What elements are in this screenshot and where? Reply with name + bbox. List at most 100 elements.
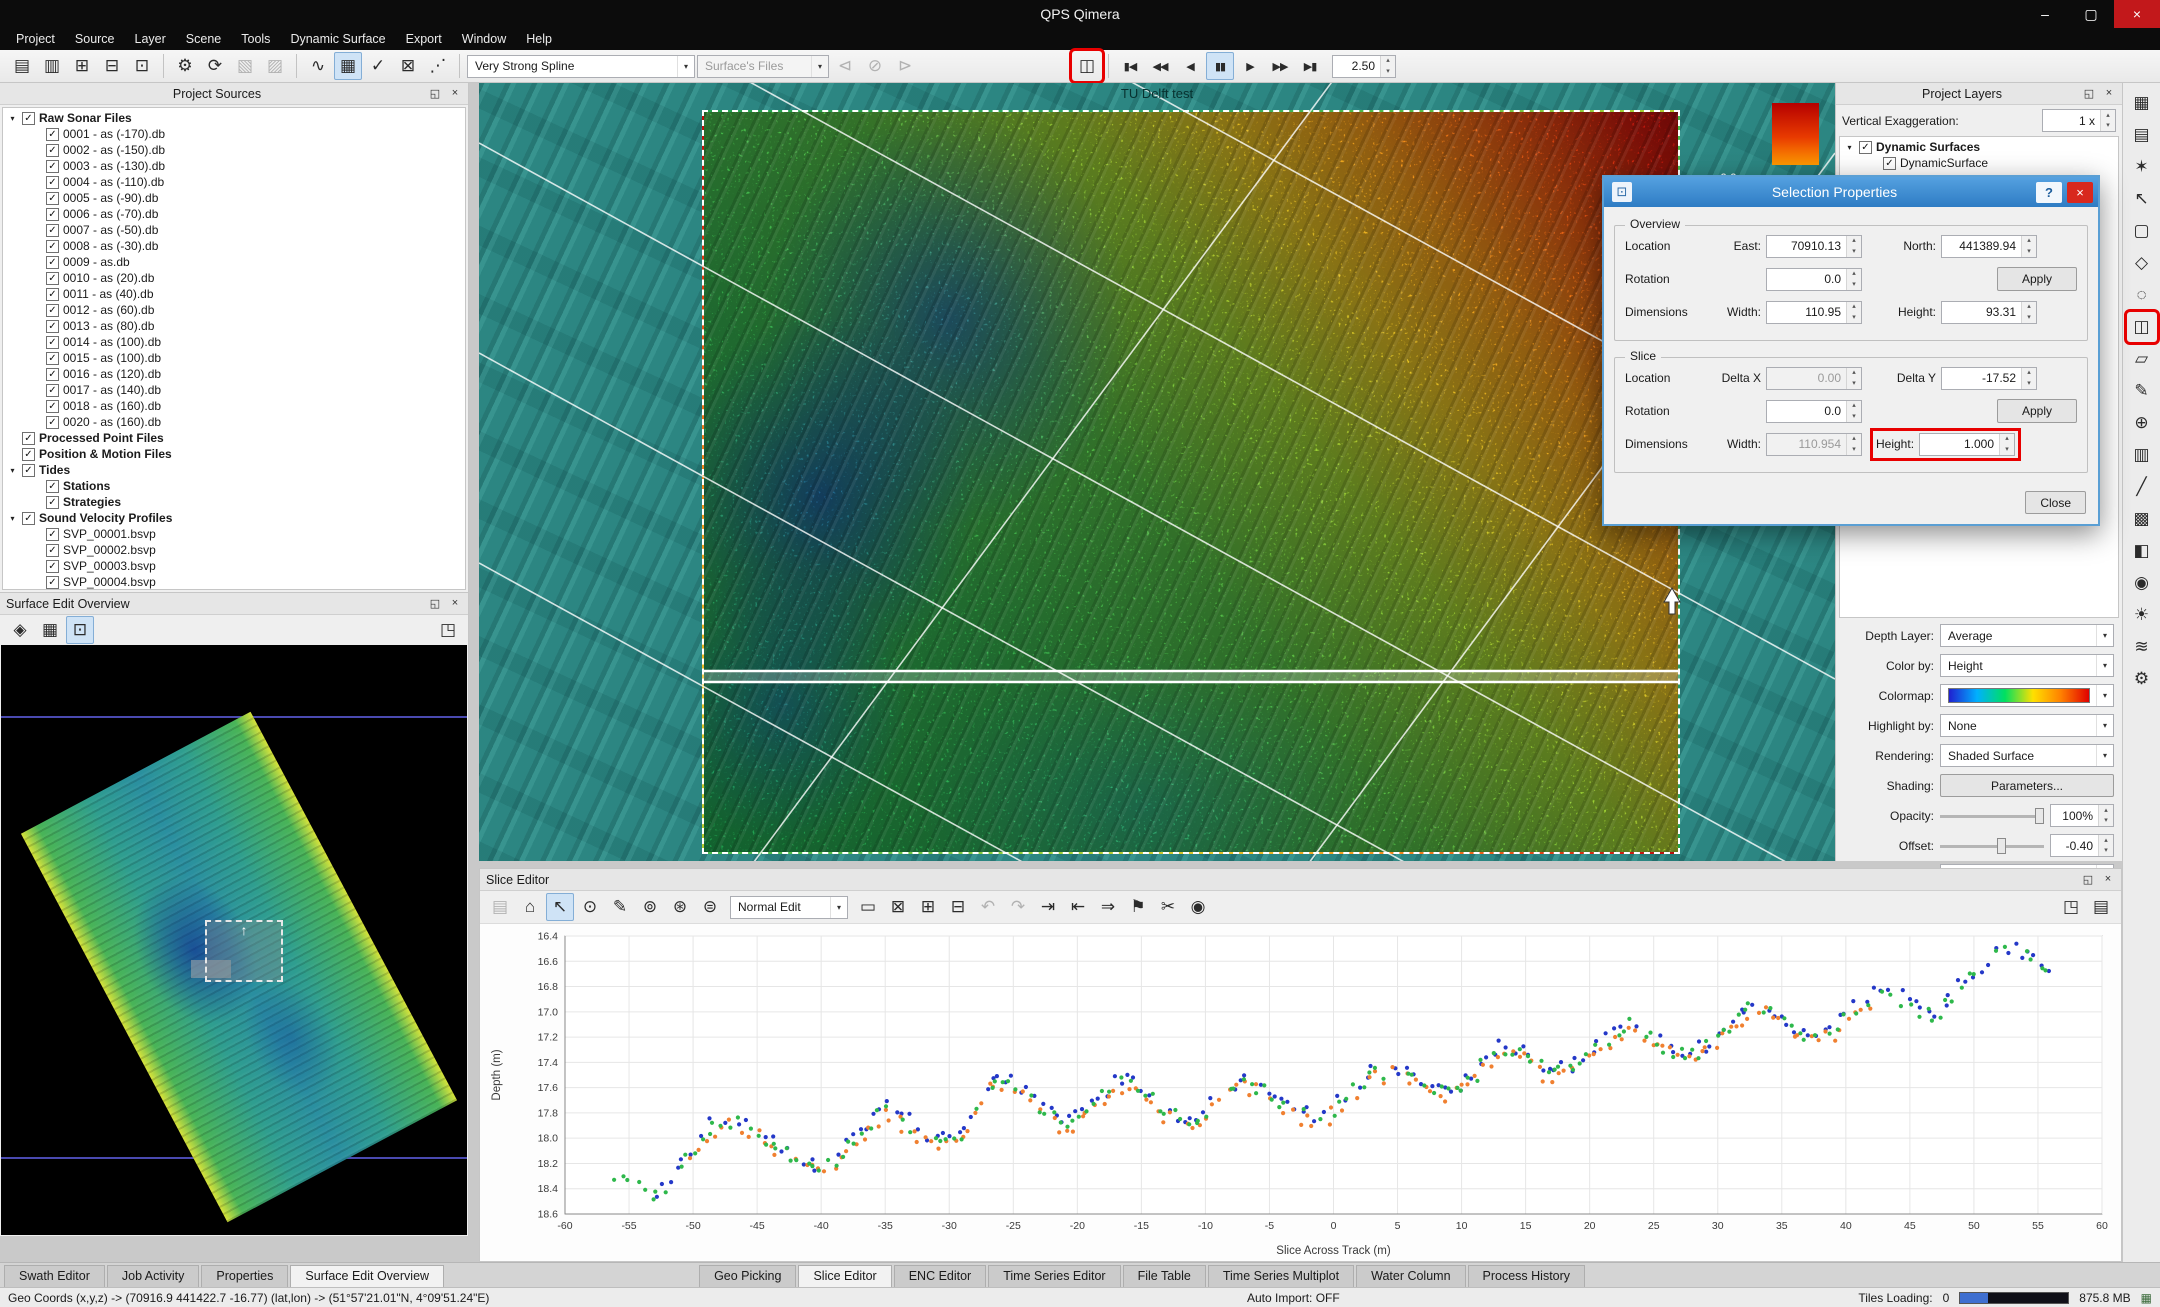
- checkbox-icon[interactable]: ✓: [46, 256, 59, 269]
- menu-export[interactable]: Export: [396, 30, 452, 48]
- spinner-arrows-icon[interactable]: ▴▾: [2098, 835, 2113, 856]
- grid-view-icon[interactable]: ▦: [2128, 89, 2156, 117]
- checkbox-icon[interactable]: ✓: [46, 192, 59, 205]
- dialog-close-icon[interactable]: ×: [2067, 182, 2093, 203]
- selection-box[interactable]: ↑: [205, 920, 283, 982]
- checkbox-icon[interactable]: ✓: [46, 384, 59, 397]
- open-project-icon[interactable]: ▥: [38, 52, 66, 80]
- tree-item-0006-as-70-db[interactable]: ✓0006 - as (-70).db: [3, 206, 465, 222]
- minimize-button[interactable]: –: [2022, 0, 2068, 28]
- tree-item-0008-as-30-db[interactable]: ✓0008 - as (-30).db: [3, 238, 465, 254]
- tab-process-history[interactable]: Process History: [1468, 1265, 1586, 1287]
- slider-thumb[interactable]: [1997, 838, 2006, 854]
- expand-arrow-icon[interactable]: ▾: [7, 514, 18, 523]
- zoom-tool-icon[interactable]: ⊙: [576, 893, 604, 921]
- dialog-close-button[interactable]: Close: [2025, 491, 2086, 514]
- new-project-icon[interactable]: ▤: [8, 52, 36, 80]
- close-panel-icon[interactable]: ×: [448, 597, 462, 610]
- close-panel-icon[interactable]: ×: [448, 87, 462, 100]
- spinner-arrows-icon[interactable]: ▴▾: [1846, 269, 1861, 290]
- seo-pan-icon[interactable]: ⊡: [66, 616, 94, 644]
- expand-arrow-icon[interactable]: ▾: [1844, 143, 1855, 152]
- tab-file-table[interactable]: File Table: [1123, 1265, 1206, 1287]
- rendering-combo[interactable]: Shaded Surface▾: [1940, 744, 2114, 767]
- fast-forward-icon[interactable]: ▶▶: [1266, 52, 1294, 80]
- menu-tools[interactable]: Tools: [231, 30, 280, 48]
- home-view-icon[interactable]: ⌂: [516, 893, 544, 921]
- water-column-icon[interactable]: ≋: [2128, 633, 2156, 661]
- offset-slider[interactable]: [1940, 836, 2044, 856]
- tree-item-0007-as-50-db[interactable]: ✓0007 - as (-50).db: [3, 222, 465, 238]
- export-plot-icon[interactable]: ◳: [2057, 893, 2085, 921]
- tree-item-0001-as-170-db[interactable]: ✓0001 - as (-170).db: [3, 126, 465, 142]
- checkbox-icon[interactable]: ✓: [46, 544, 59, 557]
- menu-window[interactable]: Window: [452, 30, 516, 48]
- maximize-button[interactable]: ▢: [2068, 0, 2114, 28]
- slice-chart-wrap[interactable]: -60-55-50-45-40-35-30-25-20-15-10-505101…: [480, 924, 2121, 1261]
- tree-item-0017-as-140-db[interactable]: ✓0017 - as (140).db: [3, 382, 465, 398]
- svp-editor-icon[interactable]: ∿: [304, 52, 332, 80]
- checkbox-icon[interactable]: ✓: [46, 528, 59, 541]
- snapshot-icon[interactable]: ◉: [2128, 569, 2156, 597]
- spinner-arrows-icon[interactable]: ▴▾: [2021, 368, 2036, 389]
- seo-export-icon[interactable]: ◳: [434, 616, 462, 644]
- tree-item-sound-velocity-profiles[interactable]: ▾✓Sound Velocity Profiles: [3, 510, 465, 526]
- tab-water-column[interactable]: Water Column: [1356, 1265, 1465, 1287]
- grid-tool-icon[interactable]: ⊠: [394, 52, 422, 80]
- go-first-icon[interactable]: ▮◀: [1116, 52, 1144, 80]
- reject-grid-icon[interactable]: ⊞: [914, 893, 942, 921]
- spinner-arrows-icon[interactable]: ▴▾: [2098, 805, 2113, 826]
- offset-spin[interactable]: -0.40▴▾: [2050, 834, 2114, 857]
- rect-select-icon[interactable]: ▢: [2128, 217, 2156, 245]
- tree-item-position-motion-files[interactable]: ✓Position & Motion Files: [3, 446, 465, 462]
- reject-block-icon[interactable]: ⊠: [884, 893, 912, 921]
- tab-geo-picking[interactable]: Geo Picking: [699, 1265, 796, 1287]
- add-processed-points-icon[interactable]: ⊟: [98, 52, 126, 80]
- close-panel-icon[interactable]: ×: [2101, 873, 2115, 886]
- menu-layer[interactable]: Layer: [125, 30, 176, 48]
- dialog-title-bar[interactable]: ⊡ Selection Properties ? ×: [1604, 177, 2098, 207]
- checkbox-icon[interactable]: ✓: [46, 272, 59, 285]
- slice-apply-button[interactable]: Apply: [1997, 399, 2077, 423]
- slice-playback-icon[interactable]: ◫: [1073, 52, 1101, 80]
- checkbox-icon[interactable]: ✓: [46, 224, 59, 237]
- checkbox-icon[interactable]: ✓: [46, 368, 59, 381]
- cursor-tool-icon[interactable]: ↖: [2128, 185, 2156, 213]
- seo-grid-icon[interactable]: ▦: [36, 616, 64, 644]
- spinner-arrows-icon[interactable]: ▴▾: [1380, 56, 1395, 77]
- checkbox-icon[interactable]: ✓: [22, 448, 35, 461]
- playback-speed-spin[interactable]: 2.50▴▾: [1332, 55, 1396, 78]
- checkbox-icon[interactable]: ✓: [46, 240, 59, 253]
- color-by-combo[interactable]: Height▾: [1940, 654, 2114, 677]
- expand-arrow-icon[interactable]: ▾: [7, 466, 18, 475]
- tab-surface-edit-overview[interactable]: Surface Edit Overview: [290, 1265, 444, 1287]
- close-panel-icon[interactable]: ×: [2102, 87, 2116, 100]
- shading-icon[interactable]: ◧: [2128, 537, 2156, 565]
- tab-slice-editor[interactable]: Slice Editor: [798, 1265, 891, 1287]
- fast-rewind-icon[interactable]: ◀◀: [1146, 52, 1174, 80]
- checkbox-icon[interactable]: ✓: [46, 128, 59, 141]
- colormap-combo[interactable]: ▾: [1940, 684, 2114, 707]
- pencil-edit-icon[interactable]: ✎: [606, 893, 634, 921]
- tree-item-strategies[interactable]: ✓Strategies: [3, 494, 465, 510]
- dialog-help-button[interactable]: ?: [2036, 182, 2062, 203]
- checkbox-icon[interactable]: ✓: [46, 480, 59, 493]
- menu-help[interactable]: Help: [516, 30, 562, 48]
- poly-select-icon[interactable]: ◇: [2128, 249, 2156, 277]
- shift-back-icon[interactable]: ⇤: [1064, 893, 1092, 921]
- menu-project[interactable]: Project: [6, 30, 65, 48]
- plot-config-icon[interactable]: ▤: [2087, 893, 2115, 921]
- menu-scene[interactable]: Scene: [176, 30, 231, 48]
- checkbox-icon[interactable]: ✓: [46, 416, 59, 429]
- highlight-by-combo[interactable]: None▾: [1940, 714, 2114, 737]
- star-tool-icon[interactable]: ✶: [2128, 153, 2156, 181]
- tree-item-processed-point-files[interactable]: ✓Processed Point Files: [3, 430, 465, 446]
- menu-dynamic-surface[interactable]: Dynamic Surface: [280, 30, 395, 48]
- slice-rotation-field[interactable]: 0.0▴▾: [1766, 400, 1862, 423]
- checkbox-icon[interactable]: ✓: [46, 576, 59, 589]
- lasso-select-icon[interactable]: ◌: [2128, 281, 2156, 309]
- depth-layer-combo[interactable]: Average▾: [1940, 624, 2114, 647]
- tab-swath-editor[interactable]: Swath Editor: [4, 1265, 105, 1287]
- surface-edit-overview-viewport[interactable]: ↑: [1, 645, 467, 1235]
- ruler-icon[interactable]: ╱: [2128, 473, 2156, 501]
